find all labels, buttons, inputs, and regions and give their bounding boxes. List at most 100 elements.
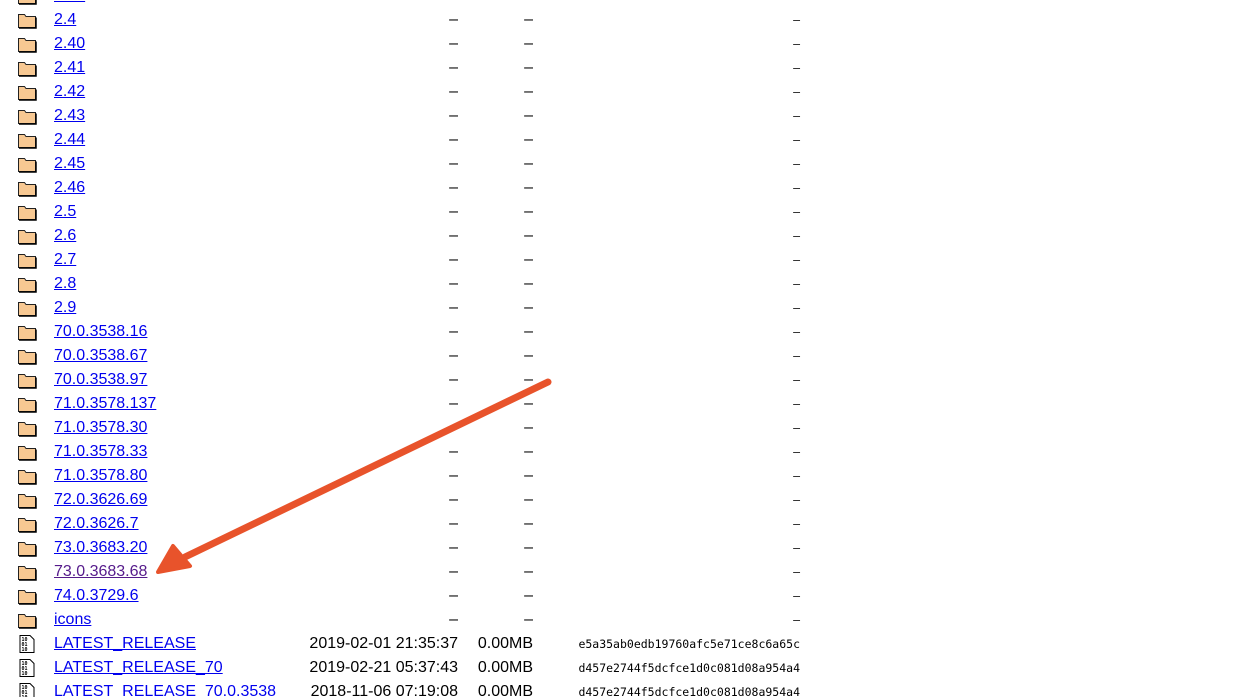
etag-hash: d457e2744f5dcfce1d0c081d08a954a4 <box>578 661 800 675</box>
etag-hash: – <box>793 421 800 435</box>
modified-date: – <box>449 563 458 580</box>
entry-link[interactable]: 73.0.3683.68 <box>54 563 147 581</box>
file-size: – <box>524 347 533 364</box>
entry-link[interactable]: 2.44 <box>54 131 85 149</box>
modified-date: – <box>449 491 458 508</box>
etag-hash: – <box>793 469 800 483</box>
entry-link[interactable]: 70.0.3538.97 <box>54 371 147 389</box>
entry-link[interactable]: 74.0.3729.6 <box>54 587 139 605</box>
list-item: 2.39 – – – <box>0 0 820 8</box>
modified-date: – <box>449 11 458 28</box>
folder-icon <box>17 131 37 149</box>
list-item: 72.0.3626.7 – – – <box>0 512 820 536</box>
entry-link[interactable]: 72.0.3626.69 <box>54 491 147 509</box>
modified-date: – <box>449 323 458 340</box>
file-size: – <box>524 227 533 244</box>
list-item: 71.0.3578.80 – – – <box>0 464 820 488</box>
list-item: 2.40 – – – <box>0 32 820 56</box>
file-size: – <box>524 155 533 172</box>
list-item: 10 01 10 LATEST_RELEASE_70 2019-02-21 05:37:… <box>0 656 820 680</box>
entry-link[interactable]: 2.8 <box>54 275 76 293</box>
modified-date: – <box>449 83 458 100</box>
entry-link[interactable]: 2.39 <box>54 0 85 5</box>
file-size: – <box>524 11 533 28</box>
modified-date: – <box>449 251 458 268</box>
etag-hash: d457e2744f5dcfce1d0c081d08a954a4 <box>578 685 800 697</box>
folder-icon <box>17 275 37 293</box>
folder-icon <box>17 107 37 125</box>
file-size: – <box>524 83 533 100</box>
file-size: – <box>524 395 533 412</box>
entry-link[interactable]: 2.42 <box>54 83 85 101</box>
file-size: – <box>524 275 533 292</box>
etag-hash: – <box>793 565 800 579</box>
file-size: – <box>524 0 533 5</box>
entry-link[interactable]: LATEST_RELEASE_70 <box>54 659 223 677</box>
etag-hash: – <box>793 37 800 51</box>
file-size: – <box>524 443 533 460</box>
etag-hash: – <box>793 325 800 339</box>
etag-hash: – <box>793 133 800 147</box>
entry-link[interactable]: 73.0.3683.20 <box>54 539 147 557</box>
list-item: 100110 LATEST_RELEASE_70.0.3538 2018-11-06… <box>0 680 820 697</box>
file-size: – <box>524 539 533 556</box>
modified-date: – <box>449 443 458 460</box>
modified-date: – <box>449 131 458 148</box>
entry-link[interactable]: 2.40 <box>54 35 85 53</box>
list-item: 72.0.3626.69 – – – <box>0 488 820 512</box>
folder-icon <box>17 227 37 245</box>
folder-icon <box>17 155 37 173</box>
etag-hash: e5a35ab0edb19760afc5e71ce8c6a65c <box>578 637 800 651</box>
modified-date: – <box>449 467 458 484</box>
list-item: 71.0.3578.137 – – – <box>0 392 820 416</box>
entry-link[interactable]: 2.6 <box>54 227 76 245</box>
list-item: 71.0.3578.33 – – – <box>0 440 820 464</box>
entry-link[interactable]: 71.0.3578.30 <box>54 419 147 437</box>
entry-link[interactable]: 2.41 <box>54 59 85 77</box>
entry-link[interactable]: 2.5 <box>54 203 76 221</box>
folder-icon <box>17 251 37 269</box>
binary-file-icon: 100110 <box>17 683 37 697</box>
etag-hash: – <box>793 517 800 531</box>
entry-link[interactable]: 70.0.3538.16 <box>54 323 147 341</box>
etag-hash: – <box>793 301 800 315</box>
file-size: 0.00MB <box>477 635 533 652</box>
file-size: – <box>524 611 533 628</box>
list-item: 2.42 – – – <box>0 80 820 104</box>
list-item: 71.0.3578.30 – – – <box>0 416 820 440</box>
entry-link[interactable]: 71.0.3578.137 <box>54 395 156 413</box>
entry-link[interactable]: 2.43 <box>54 107 85 125</box>
etag-hash: – <box>793 277 800 291</box>
entry-link[interactable]: 2.45 <box>54 155 85 173</box>
list-item: 2.43 – – – <box>0 104 820 128</box>
folder-icon <box>17 203 37 221</box>
entry-link[interactable]: 2.7 <box>54 251 76 269</box>
modified-date: – <box>449 155 458 172</box>
list-item: 2.7 – – – <box>0 248 820 272</box>
entry-link[interactable]: LATEST_RELEASE_70.0.3538 <box>54 683 276 697</box>
binary-file-icon: 100110 <box>17 635 37 653</box>
etag-hash: – <box>793 589 800 603</box>
list-item: 74.0.3729.6 – – – <box>0 584 820 608</box>
etag-hash: – <box>793 397 800 411</box>
entry-link[interactable]: 72.0.3626.7 <box>54 515 139 533</box>
entry-link[interactable]: icons <box>54 611 91 629</box>
file-size: – <box>524 35 533 52</box>
file-size: – <box>524 323 533 340</box>
list-item: 2.41 – – – <box>0 56 820 80</box>
file-size: – <box>524 587 533 604</box>
file-size: – <box>524 107 533 124</box>
modified-date: 2018-11-06 07:19:08 <box>310 683 458 697</box>
directory-listing: 2.39 – – – 2.4 – – – 2.40 – – – 2.41 – – – 2.42 – – – 2.43 – –… <box>0 0 820 697</box>
entry-link[interactable]: LATEST_RELEASE <box>54 635 196 653</box>
modified-date: – <box>449 587 458 604</box>
etag-hash: – <box>793 229 800 243</box>
list-item: 2.44 – – – <box>0 128 820 152</box>
entry-link[interactable]: 2.4 <box>54 11 76 29</box>
modified-date: – <box>449 203 458 220</box>
entry-link[interactable]: 71.0.3578.80 <box>54 467 147 485</box>
entry-link[interactable]: 71.0.3578.33 <box>54 443 147 461</box>
entry-link[interactable]: 2.46 <box>54 179 85 197</box>
entry-link[interactable]: 70.0.3538.67 <box>54 347 147 365</box>
entry-link[interactable]: 2.9 <box>54 299 76 317</box>
